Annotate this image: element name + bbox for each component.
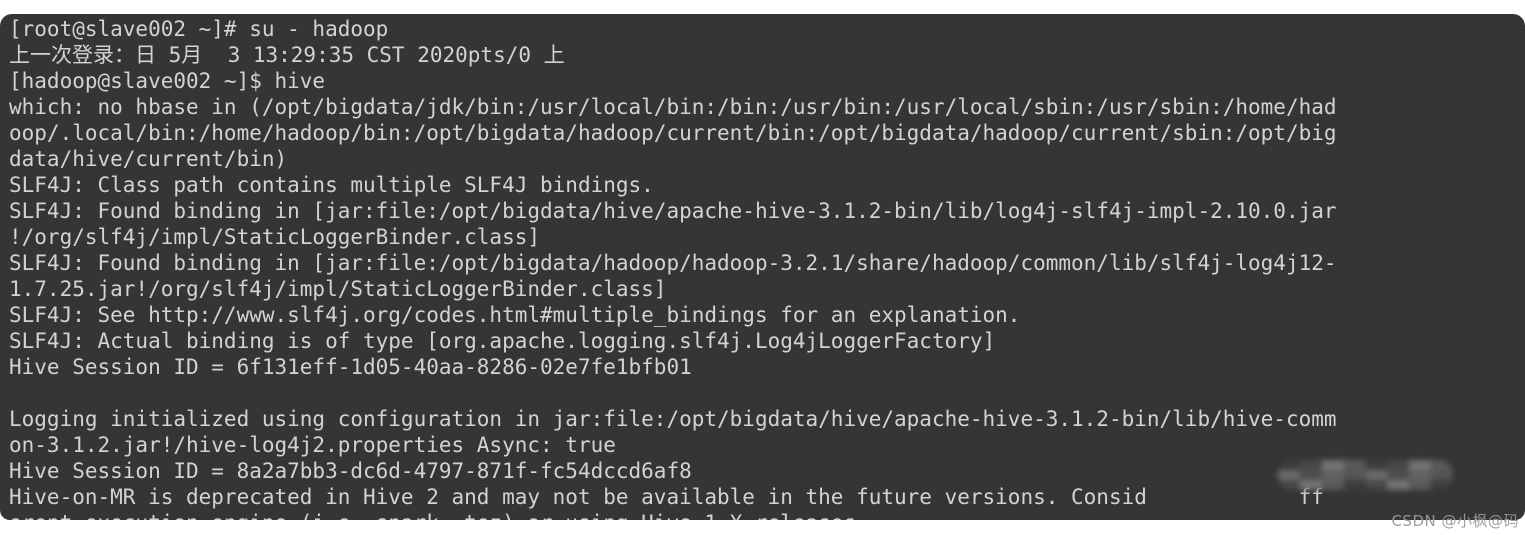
terminal-output[interactable]: [root@slave002 ~]# su - hadoop 上一次登录：日 5… [0,14,1525,520]
mosaic-tile [1299,460,1322,470]
mosaic-tile [1343,470,1366,480]
mosaic-tile [1387,460,1410,470]
terminal-line: SLF4J: Found binding in [jar:file:/opt/b… [9,251,1337,275]
mosaic-tile [1387,480,1410,490]
terminal-line: Logging initialized using configuration … [9,407,1337,431]
terminal-line: on-3.1.2.jar!/hive-log4j2.properties Asy… [9,433,616,457]
mosaic-tile [1321,470,1344,480]
terminal-line: Hive Session ID = 6f131eff-1d05-40aa-828… [9,355,692,379]
terminal-line: SLF4J: Class path contains multiple SLF4… [9,173,654,197]
mosaic-tile [1299,470,1322,480]
mosaic-tile [1365,480,1388,490]
terminal-line: SLF4J: Actual binding is of type [org.ap… [9,329,996,353]
csdn-watermark: CSDN @小枫@码 [1391,512,1519,530]
mosaic-tile [1278,480,1300,490]
mosaic-tile [1343,460,1366,470]
terminal-line: SLF4J: See http://www.slf4j.org/codes.ht… [9,303,1021,327]
terminal-line: [root@slave002 ~]# su - hadoop [9,17,389,41]
terminal-line: 1.7.25.jar!/org/slf4j/impl/StaticLoggerB… [9,277,667,301]
terminal-line: !/org/slf4j/impl/StaticLoggerBinder.clas… [9,225,541,249]
mosaic-tile [1431,470,1453,480]
mosaic-tile [1365,470,1388,480]
mosaic-tile [1409,460,1432,470]
mosaic-tile [1431,460,1453,470]
mosaic-tile [1409,470,1432,480]
terminal-line: which: no hbase in (/opt/bigdata/jdk/bin… [9,95,1337,119]
screenshot-root: [root@slave002 ~]# su - hadoop 上一次登录：日 5… [0,0,1525,535]
mosaic-tile [1278,470,1300,480]
mosaic-redaction-overlay [1278,460,1453,490]
terminal-line: SLF4J: Found binding in [jar:file:/opt/b… [9,199,1337,223]
mosaic-tile [1431,480,1453,490]
mosaic-tile [1409,480,1432,490]
mosaic-tile [1343,480,1366,490]
mosaic-tile [1387,470,1410,480]
terminal-line: 上一次登录：日 5月 3 13:29:35 CST 2020pts/0 上 [9,43,565,67]
terminal-window[interactable]: [root@slave002 ~]# su - hadoop 上一次登录：日 5… [0,14,1525,520]
mosaic-tile [1278,460,1300,470]
terminal-line: data/hive/current/bin) [9,147,288,171]
terminal-line: erent execution engine (i.e. spark, tez)… [9,510,1525,520]
mosaic-tile [1321,460,1344,470]
mosaic-tile [1299,480,1322,490]
mosaic-tile [1321,480,1344,490]
mosaic-tile [1365,460,1388,470]
terminal-line: oop/.local/bin:/home/hadoop/bin:/opt/big… [9,121,1337,145]
terminal-line: [hadoop@slave002 ~]$ hive [9,69,326,93]
